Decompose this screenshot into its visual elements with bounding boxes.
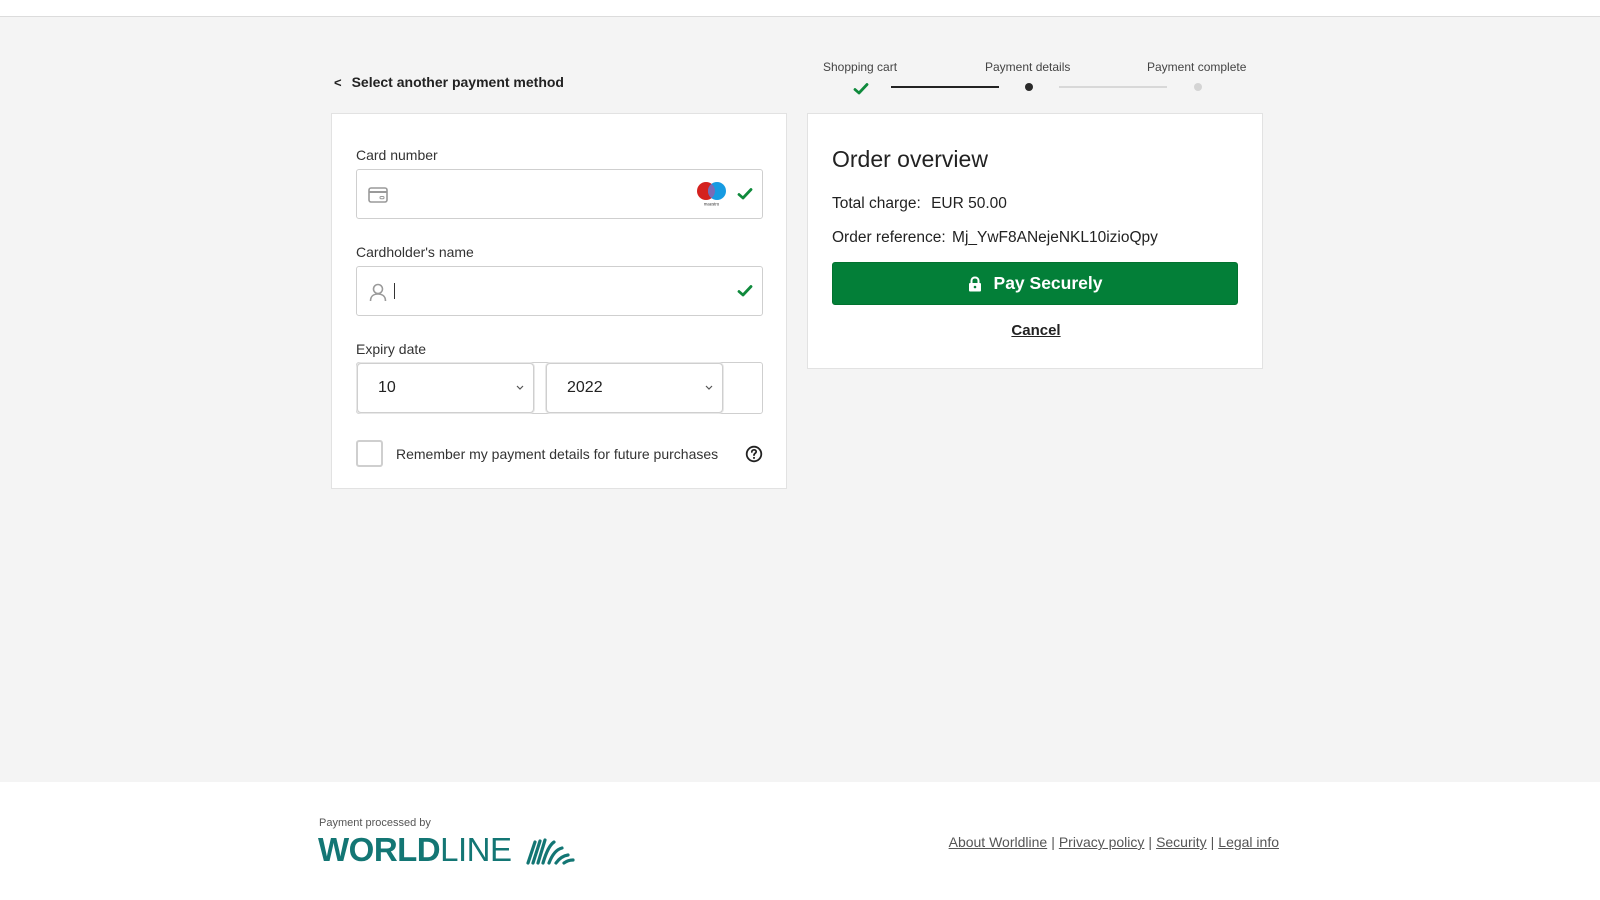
chevron-down-icon (705, 385, 713, 390)
cancel-link[interactable]: Cancel (808, 322, 1264, 339)
payment-processed-by-label: Payment processed by (319, 817, 431, 829)
select-another-payment-method-link[interactable]: < Select another payment method (334, 74, 564, 90)
pay-securely-button[interactable]: Pay Securely (832, 262, 1238, 305)
footer: Payment processed by WORLDLINE About Wor… (0, 782, 1600, 900)
footer-link-separator: | (1210, 834, 1215, 850)
cardholder-name-valid-check-icon (737, 285, 753, 297)
checkout-stepper: Shopping cart Payment details Payment co… (808, 60, 1258, 100)
text-caret (394, 283, 395, 299)
expiry-year-value: 2022 (567, 379, 603, 396)
remember-payment-details-label: Remember my payment details for future p… (396, 446, 719, 462)
order-reference-row: Order reference: Mj_YwF8ANejeNKL10izioQp… (832, 229, 1158, 247)
payment-form-card: Card number maestro Cardholder's name Ex… (331, 113, 787, 489)
footer-link-about-worldline[interactable]: About Worldline (949, 834, 1048, 850)
step-current-dot (1025, 83, 1033, 91)
step-payment-complete-label: Payment complete (1147, 60, 1247, 74)
person-icon (369, 283, 387, 302)
maestro-logo-icon: maestro (697, 182, 726, 207)
step-shopping-cart-label: Shopping cart (823, 60, 898, 74)
footer-link-legal-info[interactable]: Legal info (1218, 834, 1279, 850)
order-reference-label: Order reference: (832, 229, 946, 246)
step-complete-check-icon (853, 83, 869, 95)
chevron-down-icon (516, 385, 524, 390)
step-pending-dot (1194, 83, 1202, 91)
remember-payment-details-row: Remember my payment details for future p… (356, 440, 763, 468)
worldline-logo: WORLDLINE (318, 833, 578, 866)
expiry-date-label: Expiry date (356, 341, 427, 357)
back-link-label: Select another payment method (351, 74, 564, 90)
svg-text:maestro: maestro (704, 202, 720, 207)
cardholder-name-input[interactable] (395, 277, 685, 305)
card-number-label: Card number (356, 147, 438, 163)
footer-link-security[interactable]: Security (1156, 834, 1207, 850)
cardholder-name-field[interactable] (356, 266, 763, 316)
worldline-wave-icon (525, 837, 575, 865)
card-number-input[interactable] (395, 180, 685, 208)
top-bar (0, 0, 1600, 17)
logo-bold-part: WORLD (318, 831, 441, 868)
remember-payment-details-checkbox[interactable] (356, 440, 383, 467)
expiry-date-group: 10 2022 (356, 362, 763, 414)
logo-thin-part: LINE (440, 831, 512, 868)
total-charge-row: Total charge: EUR 50.00 (832, 195, 1007, 213)
footer-link-privacy-policy[interactable]: Privacy policy (1059, 834, 1145, 850)
footer-links: About Worldline | Privacy policy | Security |… (949, 834, 1279, 850)
footer-link-separator: | (1051, 834, 1055, 850)
order-reference-value: Mj_YwF8ANejeNKL10izioQpy (952, 229, 1158, 246)
step-connector-complete (891, 86, 999, 88)
total-charge-value: EUR 50.00 (931, 195, 1007, 212)
pay-securely-label: Pay Securely (993, 273, 1103, 293)
chevron-left-icon: < (334, 74, 342, 90)
step-payment-details-label: Payment details (985, 60, 1071, 74)
card-number-field[interactable]: maestro (356, 169, 763, 219)
footer-link-separator: | (1148, 834, 1153, 850)
expiry-month-value: 10 (378, 379, 396, 396)
order-overview-card: Order overview Total charge: EUR 50.00 O… (807, 113, 1263, 369)
help-question-icon[interactable] (745, 445, 763, 463)
total-charge-label: Total charge: (832, 195, 921, 212)
main-area: < Select another payment method Shopping… (0, 17, 1600, 782)
credit-card-icon (368, 187, 388, 203)
cardholder-name-label: Cardholder's name (356, 244, 474, 260)
card-number-valid-check-icon (737, 188, 753, 200)
expiry-year-select[interactable]: 2022 (546, 363, 723, 413)
worldline-wordmark: WORLDLINE (318, 833, 512, 866)
lock-icon (968, 275, 981, 291)
step-connector-pending (1059, 86, 1167, 88)
expiry-month-select[interactable]: 10 (357, 363, 534, 413)
order-overview-title: Order overview (832, 146, 988, 172)
